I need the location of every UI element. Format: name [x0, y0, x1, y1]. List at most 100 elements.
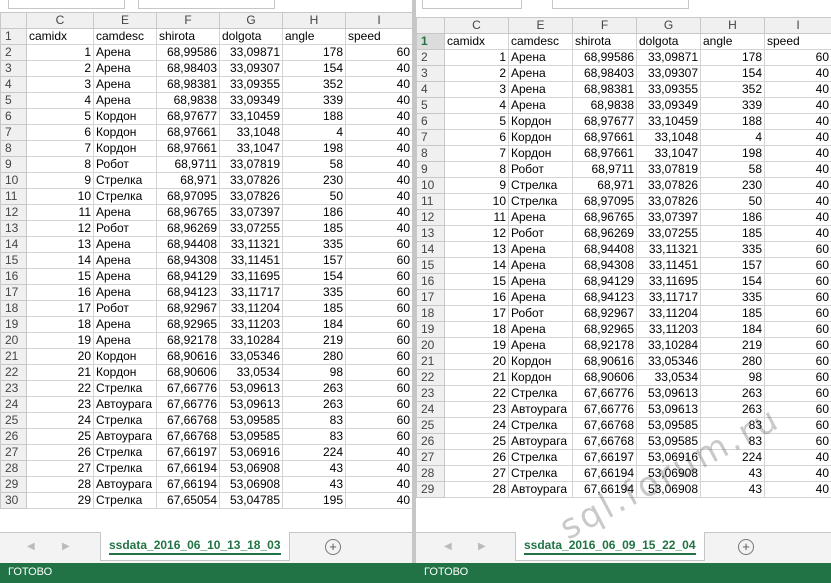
cell[interactable]: 339 — [700, 97, 765, 114]
cell[interactable]: 28 — [444, 481, 509, 498]
cell[interactable]: 219 — [700, 337, 765, 354]
cell[interactable]: 33,11695 — [636, 273, 701, 290]
cell[interactable]: Робот — [508, 305, 573, 322]
cell[interactable]: 157 — [282, 252, 346, 269]
cell[interactable]: 28 — [26, 476, 94, 493]
cell[interactable]: 26 — [26, 444, 94, 461]
cell[interactable]: Арена — [508, 257, 573, 274]
cell[interactable]: 40 — [764, 161, 831, 178]
cell[interactable]: 198 — [282, 140, 346, 157]
cell[interactable]: 263 — [282, 396, 346, 413]
cell[interactable]: 98 — [700, 369, 765, 386]
cell[interactable]: 23 — [26, 396, 94, 413]
cell[interactable]: Арена — [93, 252, 157, 269]
cell[interactable]: 53,09613 — [636, 385, 701, 402]
cell[interactable]: 27 — [444, 465, 509, 482]
cell[interactable]: Робот — [93, 220, 157, 237]
cell[interactable]: 188 — [700, 113, 765, 130]
cell[interactable]: 14 — [26, 252, 94, 269]
row-header[interactable]: 17 — [416, 289, 445, 306]
cell[interactable]: Автоурага — [508, 433, 573, 450]
row-header[interactable]: 5 — [0, 92, 27, 109]
triangle-right-icon[interactable]: ▶ — [62, 541, 70, 552]
row-header[interactable]: 21 — [0, 348, 27, 365]
cell[interactable]: Кордон — [508, 145, 573, 162]
row-header[interactable]: 22 — [416, 369, 445, 386]
triangle-left-icon[interactable]: ◀ — [27, 541, 35, 552]
cell[interactable]: 60 — [764, 273, 831, 290]
cell[interactable]: 40 — [345, 204, 412, 221]
cell[interactable]: 53,06908 — [636, 465, 701, 482]
cell[interactable]: 68,94123 — [572, 289, 637, 306]
cell[interactable]: 185 — [700, 225, 765, 242]
cell[interactable]: 60 — [764, 321, 831, 338]
cell[interactable]: 9 — [26, 172, 94, 189]
column-header[interactable]: G — [636, 17, 701, 34]
cell[interactable]: Автоурага — [93, 428, 157, 445]
cell[interactable]: 21 — [444, 369, 509, 386]
cell[interactable]: 68,97661 — [572, 145, 637, 162]
cell[interactable]: 5 — [26, 108, 94, 125]
cell[interactable]: 68,97661 — [156, 140, 220, 157]
cell[interactable]: 67,66194 — [156, 460, 220, 477]
row-header[interactable]: 16 — [0, 268, 27, 285]
cell[interactable]: 43 — [282, 476, 346, 493]
cell[interactable]: Стрелка — [508, 177, 573, 194]
row-header[interactable]: 29 — [0, 476, 27, 493]
column-header[interactable]: E — [508, 17, 573, 34]
cell[interactable]: Робот — [93, 156, 157, 173]
cell[interactable]: 33,09355 — [219, 76, 283, 93]
cell[interactable]: Арена — [508, 97, 573, 114]
cell[interactable]: 60 — [345, 236, 412, 253]
row-header[interactable]: 9 — [0, 156, 27, 173]
cell[interactable]: 67,66197 — [572, 449, 637, 466]
cell[interactable]: 68,94129 — [156, 268, 220, 285]
cell[interactable]: 5 — [444, 113, 509, 130]
cell[interactable]: 68,90616 — [156, 348, 220, 365]
cell[interactable]: 24 — [444, 417, 509, 434]
cell[interactable]: 68,97677 — [156, 108, 220, 125]
cell[interactable]: 15 — [444, 273, 509, 290]
cell[interactable]: 33,1047 — [636, 145, 701, 162]
cell[interactable]: 3 — [26, 76, 94, 93]
cell[interactable]: 40 — [345, 220, 412, 237]
column-header[interactable]: H — [700, 17, 765, 34]
cell[interactable]: 33,09871 — [636, 49, 701, 66]
cell[interactable]: 60 — [345, 396, 412, 413]
cell[interactable]: 98 — [282, 364, 346, 381]
row-header[interactable]: 6 — [416, 113, 445, 130]
cell[interactable]: 33,09349 — [219, 92, 283, 109]
cell[interactable]: 53,04785 — [219, 492, 283, 509]
cell[interactable]: 352 — [700, 81, 765, 98]
cell[interactable]: 67,66768 — [572, 417, 637, 434]
cell[interactable]: 68,97677 — [572, 113, 637, 130]
cell[interactable]: 60 — [764, 433, 831, 450]
cell[interactable]: 33,1047 — [219, 140, 283, 157]
cell[interactable]: 68,9711 — [572, 161, 637, 178]
cell[interactable]: 33,07397 — [219, 204, 283, 221]
row-header[interactable]: 8 — [0, 140, 27, 157]
cell[interactable]: 198 — [700, 145, 765, 162]
cell[interactable]: 263 — [700, 385, 765, 402]
cell[interactable]: 40 — [345, 172, 412, 189]
cell[interactable]: 60 — [345, 348, 412, 365]
cell[interactable]: 4 — [282, 124, 346, 141]
cell[interactable]: 29 — [26, 492, 94, 509]
row-header[interactable]: 13 — [416, 225, 445, 242]
row-header[interactable]: 5 — [416, 97, 445, 114]
cell[interactable]: Арена — [93, 60, 157, 77]
cell[interactable]: 33,11695 — [219, 268, 283, 285]
cell[interactable]: angle — [700, 33, 765, 50]
row-header[interactable]: 10 — [416, 177, 445, 194]
cell[interactable]: 33,07826 — [219, 172, 283, 189]
row-header[interactable]: 1 — [0, 28, 27, 45]
cell[interactable]: 60 — [764, 337, 831, 354]
row-header[interactable]: 19 — [0, 316, 27, 333]
cell[interactable]: 43 — [700, 481, 765, 498]
cell[interactable]: 40 — [345, 188, 412, 205]
cell[interactable]: 60 — [345, 428, 412, 445]
cell[interactable]: 40 — [345, 108, 412, 125]
row-header[interactable]: 2 — [0, 44, 27, 61]
cell[interactable]: 33,10284 — [219, 332, 283, 349]
plus-circle-icon[interactable]: + — [325, 539, 341, 555]
